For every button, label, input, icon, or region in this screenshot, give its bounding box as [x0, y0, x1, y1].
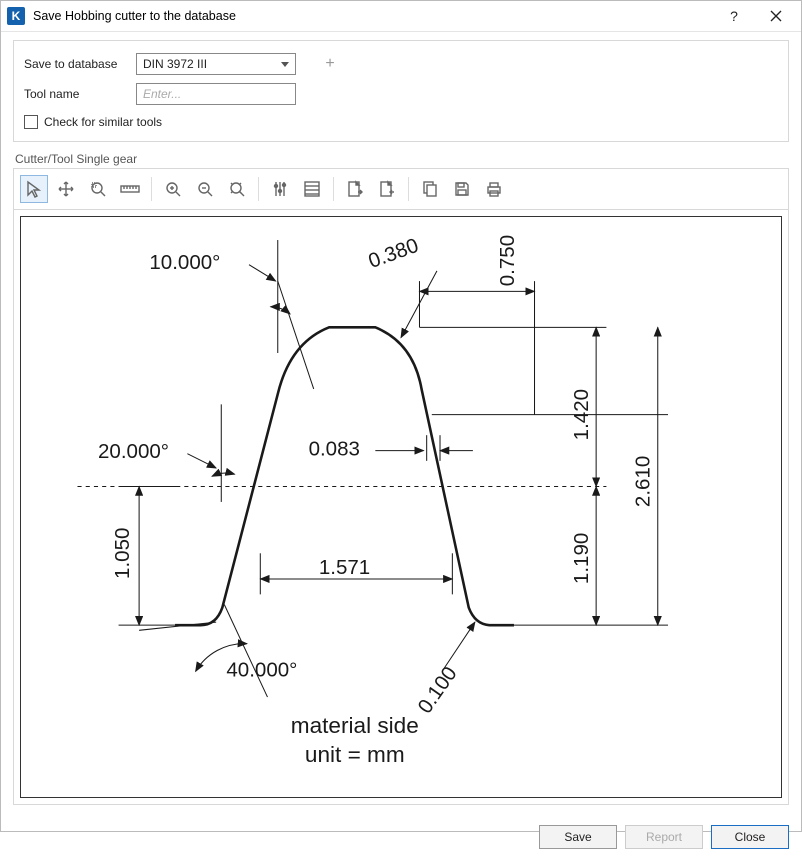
window-title: Save Hobbing cutter to the database	[33, 9, 713, 23]
dialog-footer: Save Report Close	[1, 815, 801, 861]
diagram-canvas[interactable]: 10.000° 0.380 0.750 0.083	[20, 216, 782, 798]
tool-name-input[interactable]	[136, 83, 296, 105]
tool-zoom-in[interactable]	[159, 175, 187, 203]
dim-h-total: 2.610	[632, 456, 655, 507]
tool-zoom-fit[interactable]	[223, 175, 251, 203]
dim-h-top-small: 0.750	[496, 235, 519, 286]
label-tool-name: Tool name	[24, 87, 136, 101]
row-tool-name: Tool name	[24, 81, 778, 107]
toolbar-sep-1	[151, 177, 152, 201]
toolbar-sep-4	[408, 177, 409, 201]
save-form-group: Save to database DIN 3972 III + Tool nam…	[13, 40, 789, 142]
report-button: Report	[625, 825, 703, 849]
diagram-note-1: material side	[291, 713, 419, 738]
diagram-note-2: unit = mm	[305, 742, 405, 767]
tool-zoom-out[interactable]	[191, 175, 219, 203]
database-select-value: DIN 3972 III	[143, 57, 207, 71]
dim-offset-083: 0.083	[309, 438, 360, 461]
dim-root-radius: 0.100	[413, 662, 461, 717]
help-button[interactable]: ?	[713, 1, 755, 31]
check-similar-checkbox[interactable]	[24, 115, 38, 129]
content-area: Save to database DIN 3972 III + Tool nam…	[1, 32, 801, 815]
save-button[interactable]: Save	[539, 825, 617, 849]
close-window-button[interactable]	[755, 1, 797, 31]
database-select[interactable]: DIN 3972 III	[136, 53, 296, 75]
dim-angle-top: 10.000°	[149, 251, 220, 274]
dim-h-top-section: 1.420	[570, 389, 593, 440]
dim-angle-mid: 20.000°	[98, 440, 169, 463]
dim-angle-bot: 40.000°	[226, 659, 297, 682]
dialog-window: K Save Hobbing cutter to the database ? …	[0, 0, 802, 832]
close-button[interactable]: Close	[711, 825, 789, 849]
tool-export-1[interactable]	[341, 175, 369, 203]
tool-pointer[interactable]	[20, 175, 48, 203]
tool-pan[interactable]	[52, 175, 80, 203]
tool-save-file[interactable]	[448, 175, 476, 203]
row-check-similar[interactable]: Check for similar tools	[24, 111, 778, 133]
app-icon: K	[7, 7, 25, 25]
toolbar-sep-3	[333, 177, 334, 201]
add-database-button[interactable]: +	[318, 53, 342, 75]
tool-print[interactable]	[480, 175, 508, 203]
dim-h-left: 1.050	[111, 528, 134, 579]
label-check-similar: Check for similar tools	[44, 115, 162, 129]
tool-sliders[interactable]	[266, 175, 294, 203]
tool-measure[interactable]	[116, 175, 144, 203]
titlebar: K Save Hobbing cutter to the database ?	[1, 1, 801, 32]
dim-tip-radius: 0.380	[365, 234, 421, 273]
tool-properties[interactable]	[298, 175, 326, 203]
label-save-to: Save to database	[24, 57, 136, 71]
group-label: Cutter/Tool Single gear	[15, 152, 789, 166]
row-save-to: Save to database DIN 3972 III +	[24, 51, 778, 77]
dim-pitch-half: 1.571	[319, 556, 370, 579]
dim-h-bot-section: 1.190	[570, 533, 593, 584]
tool-zoom-window[interactable]	[84, 175, 112, 203]
diagram-canvas-wrap: 10.000° 0.380 0.750 0.083	[13, 210, 789, 805]
tool-export-2[interactable]	[373, 175, 401, 203]
toolbar-sep-2	[258, 177, 259, 201]
diagram-toolbar	[13, 168, 789, 210]
tool-copy[interactable]	[416, 175, 444, 203]
